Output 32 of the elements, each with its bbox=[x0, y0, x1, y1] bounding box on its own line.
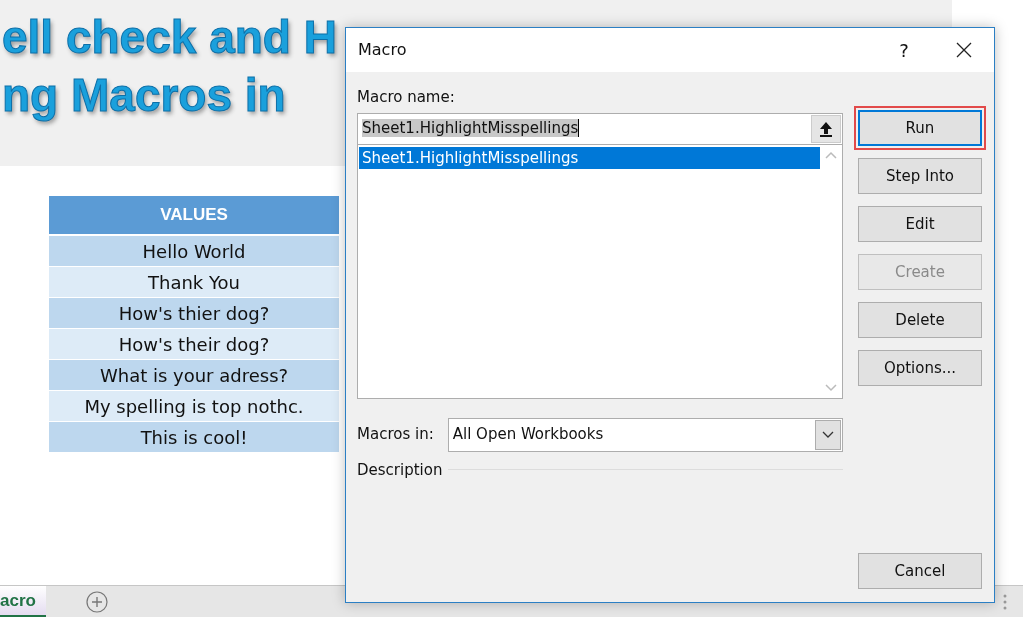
table-cell: Hello World bbox=[49, 236, 339, 267]
sheet-tab[interactable]: acro bbox=[0, 586, 46, 617]
table-cell: Thank You bbox=[49, 267, 339, 298]
dialog-button[interactable]: Options... bbox=[858, 350, 982, 386]
macros-in-dropdown[interactable]: All Open Workbooks bbox=[447, 417, 843, 452]
dialog-button[interactable]: Edit bbox=[858, 206, 982, 242]
macro-name-field[interactable]: Sheet1.HighlightMisspellings bbox=[357, 112, 843, 145]
up-arrow-icon bbox=[819, 120, 833, 137]
help-button[interactable]: ? bbox=[874, 36, 934, 64]
window-title: Macro bbox=[358, 39, 408, 61]
chevron-up-icon bbox=[825, 150, 837, 159]
table-cell: How's their dog? bbox=[49, 329, 339, 360]
more-icon bbox=[1003, 593, 1007, 610]
table-cell: My spelling is top nothc. bbox=[49, 391, 339, 422]
dialog-button[interactable]: Delete bbox=[858, 302, 982, 338]
table-cell: This is cool! bbox=[49, 422, 339, 453]
cancel-button[interactable]: Cancel bbox=[858, 553, 982, 589]
chevron-down-icon bbox=[822, 430, 834, 439]
upload-button[interactable] bbox=[811, 114, 841, 143]
table-cell: How's thier dog? bbox=[49, 298, 339, 329]
description-label: Description bbox=[357, 459, 443, 481]
close-icon[interactable] bbox=[956, 42, 972, 58]
banner-heading: ng Macros in bbox=[1, 68, 286, 123]
dialog-button[interactable]: Step Into bbox=[858, 158, 982, 194]
table-header: VALUES bbox=[49, 196, 339, 234]
table-cell: What is your adress? bbox=[49, 360, 339, 391]
macro-name-label: Macro name: bbox=[357, 87, 456, 108]
banner-heading: ell check and H bbox=[1, 10, 337, 65]
macro-list-item[interactable]: Sheet1.HighlightMisspellings bbox=[359, 146, 820, 169]
macros-in-label: Macros in: bbox=[357, 424, 434, 446]
chevron-down-icon bbox=[825, 383, 837, 392]
add-sheet-icon[interactable] bbox=[85, 590, 108, 613]
